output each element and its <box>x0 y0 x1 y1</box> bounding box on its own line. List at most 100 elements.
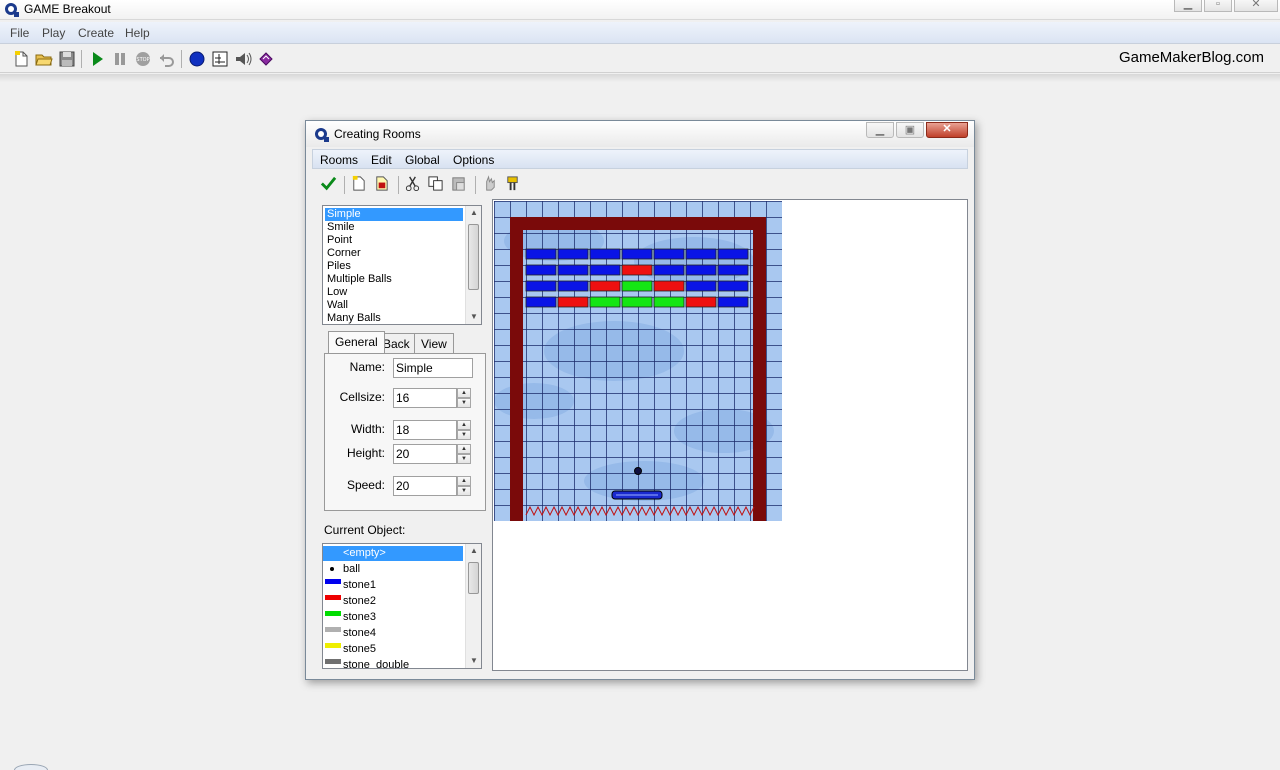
menu-play[interactable]: Play <box>42 26 65 40</box>
scroll-thumb[interactable] <box>468 224 479 290</box>
hand-icon[interactable] <box>481 175 498 192</box>
width-stepper[interactable]: ▲ ▼ <box>457 420 471 440</box>
spin-up-icon[interactable]: ▲ <box>457 420 471 430</box>
room-canvas-area[interactable] <box>492 199 968 671</box>
list-item[interactable]: Low <box>325 286 347 299</box>
brick-stone1 <box>525 264 557 276</box>
dialog-maximize-button[interactable]: ▣ <box>896 122 924 138</box>
play-icon[interactable] <box>88 50 106 68</box>
room-grid[interactable] <box>494 201 782 521</box>
width-input[interactable] <box>393 420 457 440</box>
script-icon[interactable] <box>257 50 275 68</box>
speed-input[interactable] <box>393 476 457 496</box>
rooms-list[interactable]: Simple Smile Point Corner Piles Multiple… <box>322 205 482 325</box>
list-item[interactable]: Wall <box>325 299 348 312</box>
cut-icon[interactable] <box>404 175 421 192</box>
menu-create[interactable]: Create <box>78 26 114 40</box>
dialog-minimize-button[interactable]: ▁ <box>866 122 894 138</box>
scroll-down-icon[interactable]: ▼ <box>466 654 481 668</box>
open-folder-icon[interactable] <box>35 50 53 68</box>
pause-icon[interactable] <box>111 50 129 68</box>
list-item[interactable]: Simple <box>325 208 463 221</box>
ball <box>634 467 642 475</box>
dialog-close-button[interactable]: ✕ <box>926 122 968 138</box>
cloud <box>634 237 754 285</box>
app-toolbar: STOP GameMakerBlog.com <box>0 45 1280 73</box>
menu-global[interactable]: Global <box>405 153 440 167</box>
new-file-icon[interactable] <box>12 50 30 68</box>
menu-edit[interactable]: Edit <box>371 153 392 167</box>
undo-icon[interactable] <box>157 50 175 68</box>
brick-stone1 <box>685 264 717 276</box>
spin-down-icon[interactable]: ▼ <box>457 454 471 464</box>
paste-icon[interactable] <box>450 175 467 192</box>
list-item[interactable]: stone4 <box>323 626 376 641</box>
new-room-icon[interactable] <box>350 175 367 192</box>
tab-view[interactable]: View <box>414 333 454 353</box>
list-item[interactable]: ball <box>323 562 360 577</box>
list-item[interactable]: stone3 <box>323 610 376 625</box>
list-item[interactable]: Multiple Balls <box>325 273 392 286</box>
cellsize-input[interactable] <box>393 388 457 408</box>
list-item[interactable]: <empty> <box>323 546 463 561</box>
test-icon[interactable] <box>504 175 521 192</box>
sound-icon[interactable] <box>234 50 252 68</box>
sprite-icon[interactable] <box>188 50 206 68</box>
close-icon: ✕ <box>1251 0 1261 10</box>
object-name: ball <box>343 563 361 575</box>
maximize-icon: ▣ <box>904 124 916 136</box>
spin-down-icon[interactable]: ▼ <box>457 398 471 408</box>
tab-general[interactable]: General <box>328 331 385 353</box>
list-item[interactable]: Piles <box>325 260 351 273</box>
height-stepper[interactable]: ▲ ▼ <box>457 444 471 464</box>
objects-list-scrollbar[interactable]: ▲ ▼ <box>465 544 481 668</box>
list-item[interactable]: stone1 <box>323 578 376 593</box>
menu-file[interactable]: File <box>10 26 29 40</box>
cloud <box>494 383 574 419</box>
spin-up-icon[interactable]: ▲ <box>457 444 471 454</box>
list-item[interactable]: stone5 <box>323 642 376 657</box>
app-close-button[interactable]: ✕ <box>1234 0 1278 12</box>
scroll-up-icon[interactable]: ▲ <box>466 544 481 558</box>
app-maximize-button[interactable]: ▫ <box>1204 0 1232 12</box>
stone2-swatch-icon <box>325 595 341 600</box>
list-item[interactable]: stone_double <box>323 658 410 669</box>
dialog-titlebar[interactable]: Creating Rooms ▁ ▣ ✕ <box>306 121 974 147</box>
list-item[interactable]: Smile <box>325 221 355 234</box>
scroll-down-icon[interactable]: ▼ <box>466 310 481 324</box>
list-item[interactable]: Many Balls <box>325 312 381 324</box>
list-item[interactable]: Point <box>325 234 352 247</box>
top-wall <box>510 217 766 230</box>
save-icon[interactable] <box>58 50 76 68</box>
copy-icon[interactable] <box>427 175 444 192</box>
background-icon[interactable] <box>211 50 229 68</box>
app-minimize-button[interactable]: ▁ <box>1174 0 1202 12</box>
toolbar-separator <box>475 176 476 194</box>
cellsize-stepper[interactable]: ▲ ▼ <box>457 388 471 408</box>
object-name: stone_double <box>343 659 410 669</box>
list-item[interactable]: Corner <box>325 247 361 260</box>
speed-stepper[interactable]: ▲ ▼ <box>457 476 471 496</box>
stop-icon[interactable]: STOP <box>134 50 152 68</box>
menu-options[interactable]: Options <box>453 153 494 167</box>
scroll-thumb[interactable] <box>468 562 479 594</box>
spin-down-icon[interactable]: ▼ <box>457 486 471 496</box>
name-input[interactable] <box>393 358 473 378</box>
menu-rooms[interactable]: Rooms <box>320 153 358 167</box>
rooms-list-scrollbar[interactable]: ▲ ▼ <box>465 206 481 324</box>
brick-stone1 <box>525 280 557 292</box>
spin-up-icon[interactable]: ▲ <box>457 388 471 398</box>
object-name: stone4 <box>343 627 377 639</box>
objects-list[interactable]: <empty> ball stone1 stone2 stone3 stone4 stone… <box>322 543 482 669</box>
spin-up-icon[interactable]: ▲ <box>457 476 471 486</box>
menu-help[interactable]: Help <box>125 26 150 40</box>
height-input[interactable] <box>393 444 457 464</box>
brick-stone1 <box>589 264 621 276</box>
list-item[interactable]: stone2 <box>323 594 376 609</box>
brick-stone2 <box>557 296 589 308</box>
room-view[interactable] <box>494 201 782 521</box>
spin-down-icon[interactable]: ▼ <box>457 430 471 440</box>
scroll-up-icon[interactable]: ▲ <box>466 206 481 220</box>
check-icon[interactable] <box>320 175 337 192</box>
add-room-icon[interactable] <box>373 175 390 192</box>
